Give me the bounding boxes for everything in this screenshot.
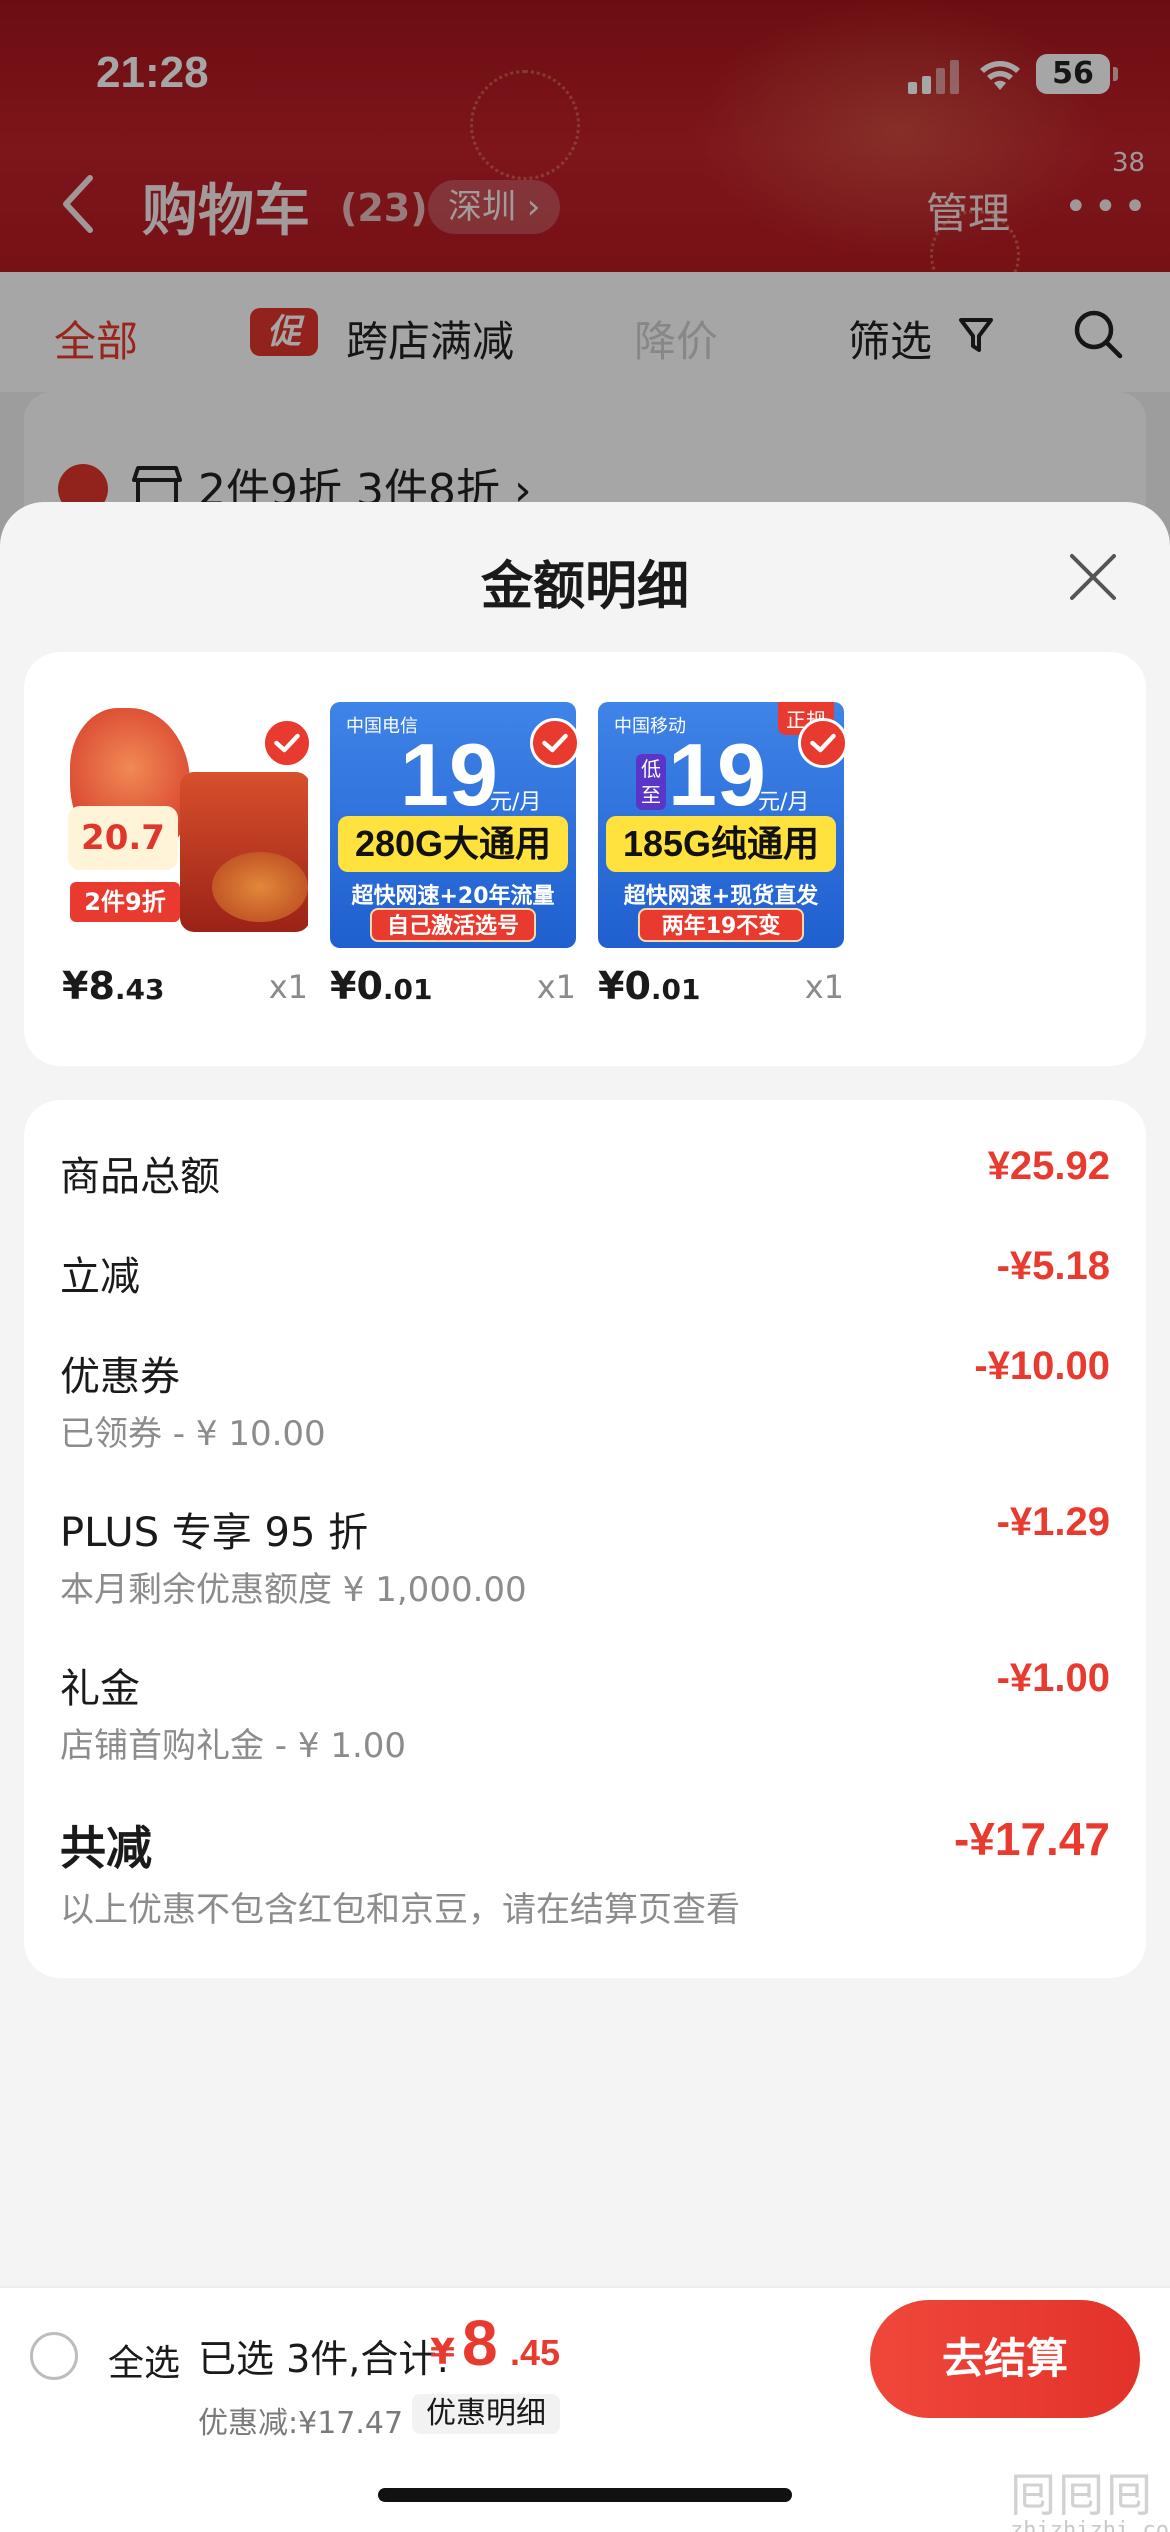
selected-summary: 已选 3件,合计:: [198, 2337, 450, 2381]
plan-unit: 元/月: [758, 790, 810, 815]
saved-amount: 优惠减:¥17.47: [198, 2406, 404, 2441]
row-label: 优惠券: [60, 1354, 180, 1400]
selected-item[interactable]: 20.7 2件9折 ¥8.43 x1: [62, 702, 312, 1022]
item-price: ¥0.01: [598, 964, 701, 1008]
discount-tag: 2件9折: [70, 882, 180, 922]
sheet-title: 金额明细: [480, 557, 689, 617]
selected-item[interactable]: 中国电信 19 元/月 280G大通用 超快网速+20年流量 自己激活选号 ¥0…: [330, 702, 580, 1022]
row-label: 商品总额: [60, 1154, 220, 1200]
check-icon[interactable]: [798, 718, 848, 768]
item-quantity: x1: [536, 968, 576, 1006]
plan-price: 19: [668, 725, 766, 824]
watermark: 囘囘囘 zhizhizhi.com: [1010, 2472, 1170, 2532]
home-indicator[interactable]: [378, 2488, 792, 2502]
plan-data: 280G大通用: [338, 816, 568, 872]
plan-feature: 超快网速+现货直发: [623, 884, 819, 909]
item-price: ¥8.43: [62, 964, 165, 1008]
row-label: PLUS 专享 95 折: [60, 1510, 369, 1556]
checkout-button[interactable]: 去结算: [870, 2300, 1140, 2418]
total-amount: 8: [462, 2307, 498, 2379]
price-cents: .43: [114, 973, 165, 1006]
row-subtext: 以上优惠不包含红包和京豆，请在结算页查看: [60, 1890, 740, 1930]
amount-detail-sheet: 金额明细 20.7 2件9折 ¥8.43 x1 中国电信 19 元/月 280G…: [0, 502, 1170, 2532]
row-label: 立减: [60, 1254, 140, 1300]
row-value: -¥10.00: [974, 1344, 1110, 1388]
selected-item[interactable]: 中国移动 正规 低至 19 元/月 185G纯通用 超快网速+现货直发 两年19…: [598, 702, 848, 1022]
item-price: ¥0.01: [330, 964, 433, 1008]
item-quantity: x1: [804, 968, 844, 1006]
row-label: 礼金: [60, 1666, 140, 1712]
price-cents: .01: [650, 973, 701, 1006]
row-subtext: 店铺首购礼金 - ¥ 1.00: [60, 1726, 407, 1766]
plan-data: 185G纯通用: [606, 816, 836, 872]
currency-symbol: ¥: [430, 2332, 456, 2373]
row-value: -¥17.47: [953, 1813, 1110, 1865]
select-all-radio[interactable]: [30, 2332, 78, 2380]
plan-price: 19: [400, 725, 498, 824]
price-main: ¥8: [62, 964, 115, 1008]
plan-unit: 元/月: [490, 790, 542, 815]
select-all-label[interactable]: 全选: [108, 2334, 180, 2386]
discount-detail-button[interactable]: 优惠明细: [412, 2394, 560, 2434]
price-main: ¥0: [330, 964, 383, 1008]
noodle-bowl: [212, 852, 308, 922]
total-cents: .45: [510, 2332, 561, 2373]
price-cents: .01: [382, 973, 433, 1006]
check-icon[interactable]: [530, 718, 580, 768]
plan-tag: 自己激活选号: [370, 908, 536, 942]
watermark-site: zhizhizhi.com: [1010, 2518, 1170, 2532]
item-quantity: x1: [268, 968, 308, 1006]
amount-breakdown-card: 商品总额 ¥25.92 立减 -¥5.18 优惠券 -¥10.00 已领券 - …: [24, 1100, 1146, 1978]
selected-items-card: 20.7 2件9折 ¥8.43 x1 中国电信 19 元/月 280G大通用 超…: [24, 652, 1146, 1066]
price-tag: 20.7: [68, 806, 178, 870]
row-value: -¥1.29: [996, 1500, 1110, 1544]
row-label: 共减: [60, 1821, 152, 1875]
plan-feature: 超快网速+20年流量: [351, 884, 555, 909]
close-icon[interactable]: [1068, 552, 1118, 602]
as-low-as-tag: 低至: [636, 754, 666, 810]
row-value: -¥1.00: [996, 1656, 1110, 1700]
row-subtext: 本月剩余优惠额度 ¥ 1,000.00: [60, 1570, 527, 1610]
check-icon[interactable]: [262, 718, 312, 768]
price-main: ¥0: [598, 964, 651, 1008]
plan-tag: 两年19不变: [638, 908, 804, 942]
row-subtext: 已领券 - ¥ 10.00: [60, 1414, 326, 1454]
row-value: ¥25.92: [987, 1144, 1110, 1188]
watermark-glyphs: 囘囘囘: [1010, 2468, 1154, 2522]
row-value: -¥5.18: [996, 1244, 1110, 1288]
